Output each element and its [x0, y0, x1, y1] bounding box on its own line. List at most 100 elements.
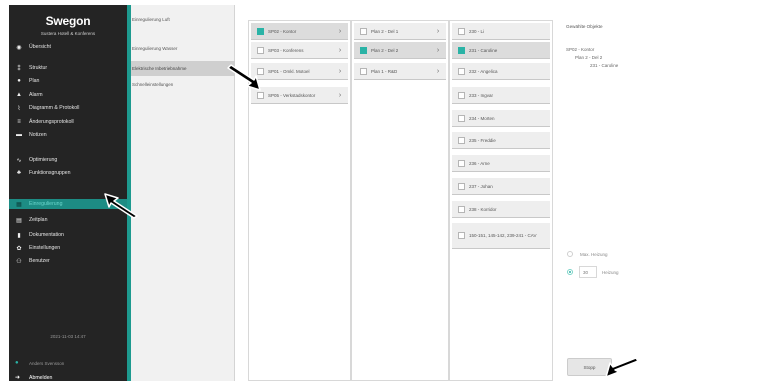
submenu: Einregulierung Luft Einregulierung Wasse… — [131, 5, 235, 381]
plan-column: Plan 2 - Del 1 › Plan 2 - Del 2 › Plan 1… — [351, 20, 449, 381]
list-item[interactable]: SP02 - Kontor › — [251, 23, 348, 40]
list-item[interactable]: 236 - Arne — [452, 155, 550, 172]
selected-room: 231 - Caroline — [590, 63, 619, 68]
sidebar-item-overview[interactable]: ◉ Übersicht — [9, 42, 127, 52]
checkbox[interactable] — [257, 46, 264, 54]
org-name: Sustera Hotell & Konferens — [40, 31, 96, 36]
checkbox[interactable] — [360, 46, 367, 54]
sidebar-item-users[interactable]: ⚇ Benutzer — [9, 256, 127, 266]
selected-plan: Plan 2 - Del 2 — [575, 55, 603, 60]
list-item[interactable]: Plan 2 - Del 2 › — [354, 42, 446, 59]
selected-objects-panel — [557, 5, 766, 385]
list-item[interactable]: SP05 - Verkstadskontor › — [251, 87, 348, 104]
list-item[interactable]: 238 - Korridor — [452, 201, 550, 218]
checkbox[interactable] — [360, 27, 367, 35]
sidebar-item-documentation[interactable]: ▮ Dokumentation — [9, 230, 127, 240]
checkbox[interactable] — [458, 114, 465, 122]
sidebar-item-optimization[interactable]: ∿ Optimierung — [9, 155, 127, 165]
sidebar-item-label: Diagramm & Protokoll — [29, 105, 80, 111]
list-item-label: 236 - Arne — [469, 160, 490, 166]
submenu-item-air[interactable]: Einregulierung Luft — [131, 12, 235, 27]
chevron-right-icon: › — [338, 27, 342, 35]
list-item-label: SP02 - Kontor — [268, 28, 297, 34]
sidebar-item-label: Struktur — [29, 65, 48, 71]
checkbox[interactable] — [458, 91, 465, 99]
max-heating-radio[interactable] — [567, 251, 573, 257]
list-item[interactable]: SP01 - Omkl. Motoel › — [251, 63, 348, 80]
user-name-label: Anders Svensson — [29, 360, 65, 366]
sidebar-item-label: Einregulierung — [29, 201, 63, 207]
checkbox[interactable] — [458, 182, 465, 190]
gear-icon: ✿ — [16, 245, 22, 252]
logout-button[interactable]: ➜ Abmelden — [15, 374, 52, 382]
checkbox[interactable] — [458, 159, 465, 167]
list-item[interactable]: Plan 1 - R&D › — [354, 63, 446, 80]
sidebar-item-settings[interactable]: ✿ Einstellungen — [9, 243, 127, 253]
checkbox[interactable] — [458, 205, 465, 213]
list-item[interactable]: 234 - Morten — [452, 110, 550, 127]
sidebar-item-diagram[interactable]: ⌇ Diagramm & Protokoll — [9, 103, 127, 113]
checkbox[interactable] — [458, 136, 465, 144]
list-item-label: 232 - Angelica — [469, 68, 498, 74]
logout-icon: ➜ — [15, 375, 21, 381]
list-item-label: Plan 1 - R&D — [371, 68, 398, 74]
list-item[interactable]: 232 - Angelica — [452, 63, 550, 80]
user-name[interactable]: ● Anders Svensson — [15, 360, 64, 366]
heating-input[interactable]: 30 — [579, 266, 597, 278]
calendar-icon: ▤ — [16, 217, 22, 224]
selected-zone: SP02 - Kontor — [566, 47, 595, 52]
sidebar-item-label: Funktionsgruppen — [29, 170, 71, 176]
heating-radio[interactable] — [567, 269, 573, 275]
list-item-label: 230 - Li — [469, 28, 485, 34]
list-item[interactable]: 150-151, 145-142, 239-241 - CAV — [452, 223, 550, 249]
pointer-arrow-icon — [605, 357, 639, 378]
sidebar-item-label: Benutzer — [29, 258, 50, 264]
sidebar-item-function-groups[interactable]: ♣ Funktionsgruppen — [9, 168, 127, 178]
sidebar-item-label: Zeitplan — [29, 217, 48, 223]
bell-icon: ▲ — [16, 92, 22, 98]
sidebar-item-changelog[interactable]: ≡ Änderungsprotokoll — [9, 117, 127, 127]
swegon-logo: Swegon — [45, 14, 91, 28]
structure-icon: ⁑ — [17, 65, 21, 72]
checkbox[interactable] — [257, 91, 264, 99]
sidebar-item-alarm[interactable]: ▲ Alarm — [9, 90, 127, 100]
list-item-label: SP03 - Konferens — [268, 47, 304, 53]
chevron-right-icon: › — [338, 46, 342, 54]
checkbox[interactable] — [458, 46, 465, 54]
pointer-arrow-icon — [227, 64, 261, 91]
list-item-label: Plan 2 - Del 2 — [371, 47, 399, 53]
checkbox[interactable] — [458, 67, 465, 75]
sidebar-item-notes[interactable]: ▬ Notizen — [9, 130, 127, 140]
note-icon: ▬ — [16, 132, 22, 138]
list-item[interactable]: 237 - Johan — [452, 178, 550, 195]
chevron-right-icon: › — [436, 27, 440, 35]
room-column: 230 - Li 231 - Caroline 232 - Angelica 2… — [449, 20, 553, 381]
pin-icon: ● — [17, 78, 21, 84]
chart-icon: ⌇ — [17, 105, 21, 112]
checkbox[interactable] — [458, 232, 465, 239]
sidebar-item-plan[interactable]: ● Plan — [9, 76, 127, 86]
submenu-item-electrical[interactable]: Elektrische Inbetriebnahme — [131, 61, 235, 76]
sidebar-item-label: Übersicht — [29, 44, 51, 50]
grid-icon: ▦ — [16, 201, 22, 208]
group-icon: ♣ — [17, 170, 21, 176]
list-item[interactable]: 231 - Caroline — [452, 42, 550, 59]
list-item[interactable]: 233 - Ingvar — [452, 87, 550, 104]
list-item[interactable]: 235 - Freddie — [452, 132, 550, 149]
heating-value: 30 — [583, 269, 589, 275]
checkbox[interactable] — [360, 67, 367, 75]
submenu-item-quick-settings[interactable]: Schnelleinstellungen — [131, 77, 235, 92]
checkbox[interactable] — [458, 27, 465, 35]
submenu-item-water[interactable]: Einregulierung Wasser — [131, 41, 235, 56]
list-item[interactable]: 230 - Li — [452, 23, 550, 40]
list-item-label: 234 - Morten — [469, 115, 495, 121]
list-item[interactable]: Plan 2 - Del 1 › — [354, 23, 446, 40]
list-item-label: SP01 - Omkl. Motoel — [268, 68, 310, 74]
list-item[interactable]: SP03 - Konferens › — [251, 42, 348, 59]
chevron-right-icon: › — [436, 46, 440, 54]
user-icon: ● — [15, 360, 19, 366]
sidebar-item-structure[interactable]: ⁑ Struktur — [9, 63, 127, 73]
checkbox[interactable] — [257, 27, 264, 35]
list-item-label: 150-151, 145-142, 239-241 - CAV — [469, 232, 537, 238]
max-heating-label: Max. Heizung — [580, 252, 608, 257]
